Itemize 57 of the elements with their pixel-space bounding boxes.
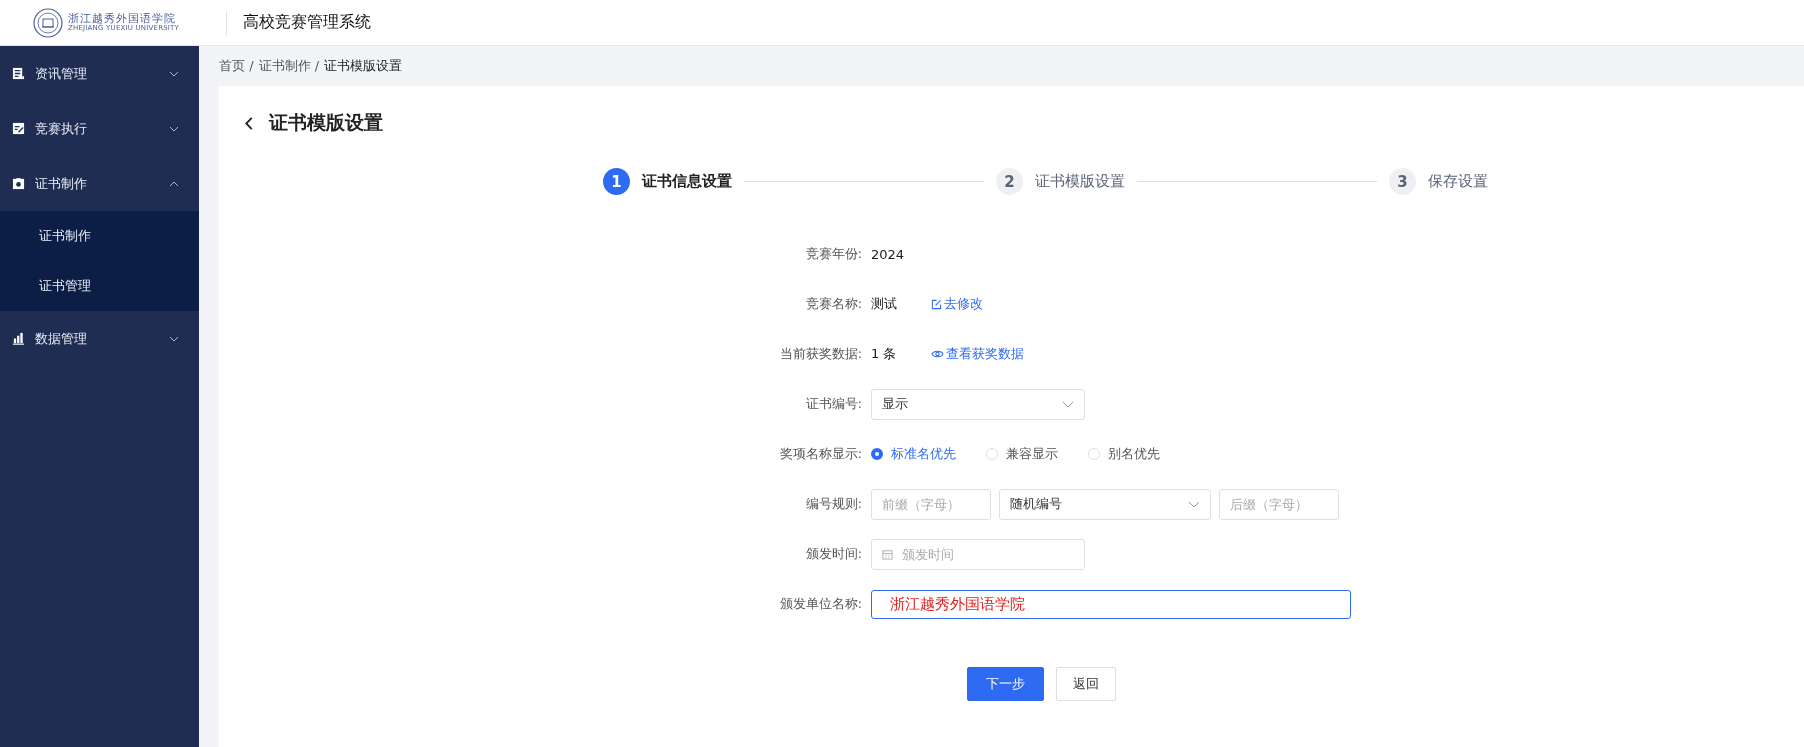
step-number: 2	[996, 168, 1023, 195]
prefix-input[interactable]: 前缀（字母）	[871, 488, 991, 520]
radio-option[interactable]: 标准名优先	[871, 445, 956, 463]
select-field[interactable]: 随机编号	[999, 488, 1211, 520]
form-label: 编号规则:	[804, 495, 863, 513]
chevron-down-icon	[169, 70, 179, 77]
chevron-down-icon	[1062, 400, 1074, 408]
camera-icon	[12, 177, 25, 190]
chevron-down-icon	[169, 125, 179, 132]
chevron-down-icon	[1188, 500, 1200, 508]
chevron-down-icon	[169, 335, 179, 342]
form-label: 竞赛名称:	[804, 295, 863, 313]
form-label: 颁发时间:	[804, 545, 863, 563]
step-number: 1	[603, 168, 630, 195]
chevron-up-icon	[169, 180, 179, 187]
university-emblem-icon	[33, 7, 63, 38]
submenu-item[interactable]: 证书管理	[0, 261, 199, 311]
form-label: 当前获奖数据:	[778, 345, 863, 363]
step-number: 3	[1389, 168, 1416, 195]
page-title: 证书模版设置	[269, 110, 383, 135]
breadcrumb-item[interactable]: 证书制作 /	[258, 57, 320, 75]
breadcrumb-item[interactable]: 首页 /	[219, 57, 254, 75]
step-label[interactable]: 保存设置	[1428, 172, 1488, 191]
text-input[interactable]: 浙江越秀外国语学院	[871, 589, 1351, 619]
suffix-input[interactable]: 后缀（字母）	[1219, 488, 1339, 520]
field-value: 2024	[871, 246, 905, 262]
back-button[interactable]: 返回	[1056, 667, 1116, 701]
document-icon	[12, 67, 25, 80]
next-button[interactable]: 下一步	[967, 667, 1044, 701]
form-label: 颁发单位名称:	[778, 595, 863, 613]
eye-icon	[931, 349, 944, 359]
menu-item[interactable]: 竞赛执行	[0, 101, 199, 156]
edit-icon	[931, 298, 942, 310]
radio-option[interactable]: 兼容显示	[986, 445, 1058, 463]
calendar-icon	[882, 548, 893, 560]
form-label: 竞赛年份:	[804, 245, 863, 263]
app-title: 高校竞赛管理系统	[243, 12, 371, 33]
breadcrumb-item: 证书模版设置	[324, 57, 403, 75]
link[interactable]: 去修改	[931, 295, 983, 313]
submenu-item[interactable]: 证书制作	[0, 211, 199, 261]
radio-option[interactable]: 别名优先	[1088, 445, 1160, 463]
field-value: 1 条	[871, 345, 898, 363]
date-field[interactable]: 颁发时间	[871, 538, 1085, 570]
select-field[interactable]: 显示	[871, 388, 1085, 420]
menu-item[interactable]: 数据管理	[0, 311, 199, 366]
form-label: 奖项名称显示:	[778, 445, 863, 463]
bar-chart-icon	[12, 332, 25, 345]
edit-icon	[12, 122, 25, 135]
field-value: 测试	[871, 295, 898, 313]
step-label[interactable]: 证书模版设置	[1035, 172, 1125, 191]
step-label[interactable]: 证书信息设置	[642, 172, 732, 191]
form-label: 证书编号:	[804, 395, 863, 413]
link[interactable]: 查看获奖数据	[931, 345, 1024, 363]
logo-name: 浙江越秀外国语学院	[68, 12, 176, 25]
radio-button[interactable]	[871, 448, 883, 460]
menu-item[interactable]: 证书制作	[0, 156, 199, 211]
menu-item[interactable]: 资讯管理	[0, 46, 199, 101]
